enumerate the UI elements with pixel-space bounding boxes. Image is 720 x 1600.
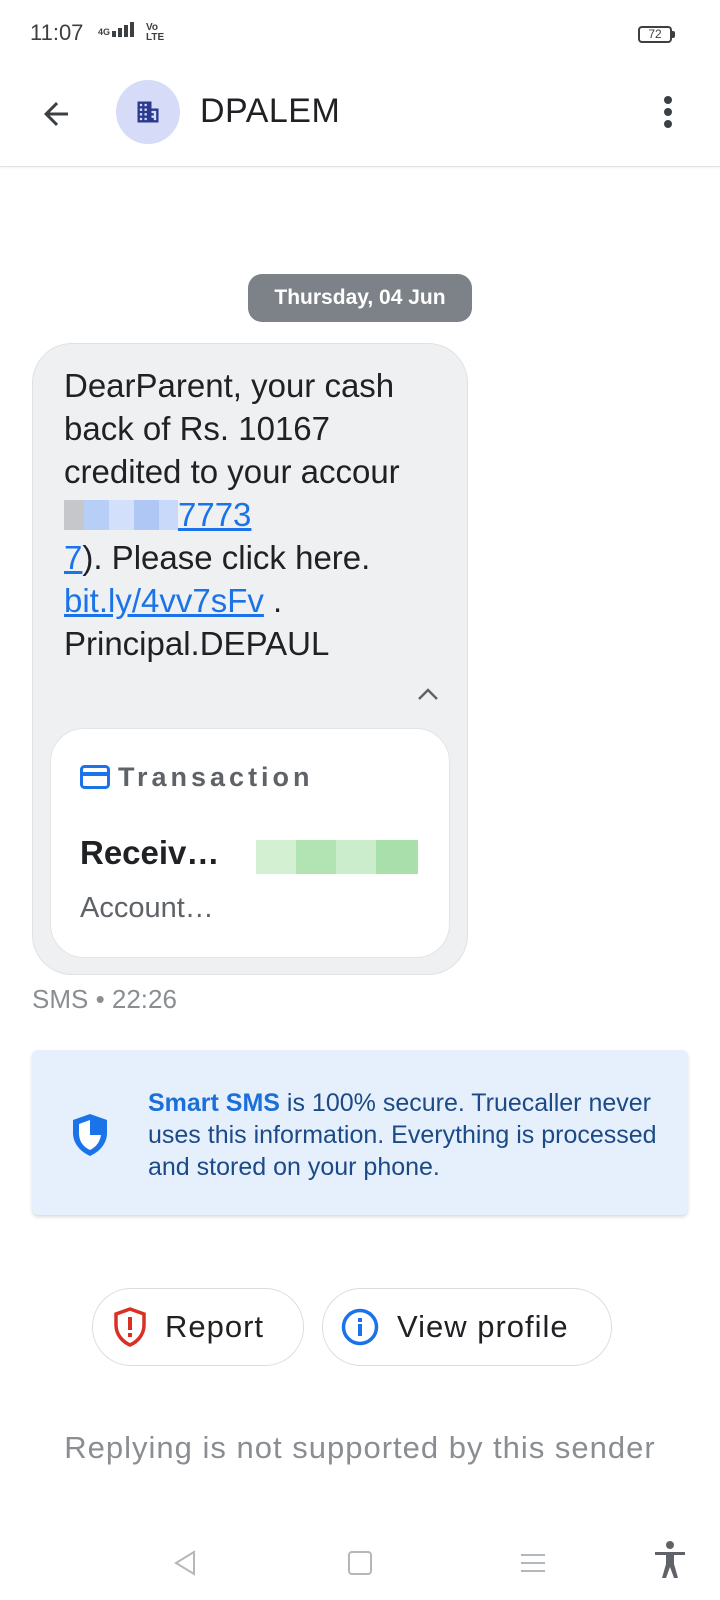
volte-indicator: Vo LTE <box>146 22 165 43</box>
redacted-account <box>64 500 178 530</box>
short-url-link[interactable]: bit.ly/4vv7sFv <box>64 582 264 619</box>
back-button[interactable] <box>30 88 82 140</box>
app-bar <box>0 60 720 167</box>
message-body-2: ). Please click here. <box>82 539 371 576</box>
view-profile-button[interactable]: View profile <box>322 1288 612 1366</box>
smart-sms-label: Smart SMS <box>148 1089 280 1117</box>
message-text: DearParent, your cash back of Rs. 10167 … <box>64 364 444 665</box>
avatar[interactable] <box>116 80 180 144</box>
message-body: DearParent, your cash back of Rs. 10167 … <box>64 367 400 490</box>
report-button[interactable]: Report <box>92 1288 304 1366</box>
shield-icon <box>70 1112 110 1163</box>
battery-tip <box>672 31 675 38</box>
chevron-up-icon <box>418 688 438 700</box>
signal-icon: 4G <box>98 22 135 37</box>
arrow-back-icon <box>44 102 68 126</box>
report-label: Report <box>165 1309 265 1344</box>
status-time: 11:07 <box>30 20 84 45</box>
smart-sms-text: Smart SMS is 100% secure. Truecaller nev… <box>148 1087 668 1183</box>
transaction-title: Transaction <box>118 762 314 792</box>
building-icon <box>137 101 159 123</box>
nav-home-icon[interactable] <box>345 1548 375 1583</box>
redacted-amount <box>256 840 418 874</box>
report-shield-icon <box>113 1307 147 1347</box>
contact-title: DPALEM <box>200 92 341 130</box>
message-meta: SMS • 22:26 <box>32 984 177 1014</box>
credit-card-icon <box>80 765 110 794</box>
account-label: Account… <box>80 892 214 924</box>
info-icon <box>341 1308 379 1346</box>
nav-back-icon[interactable] <box>170 1548 200 1583</box>
accessibility-icon[interactable] <box>652 1540 688 1585</box>
date-chip: Thursday, 04 Jun <box>248 274 472 322</box>
nav-recents-icon[interactable] <box>518 1548 548 1583</box>
network-label: 4G <box>98 27 111 37</box>
reply-disabled-note: Replying is not supported by this sender <box>64 1430 656 1465</box>
collapse-button[interactable] <box>410 680 446 708</box>
more-vert-icon <box>664 96 672 128</box>
more-options-button[interactable] <box>648 90 688 134</box>
battery-icon: 72 <box>638 26 672 43</box>
view-profile-label: View profile <box>397 1309 569 1344</box>
received-label: Receiv… <box>80 834 220 871</box>
